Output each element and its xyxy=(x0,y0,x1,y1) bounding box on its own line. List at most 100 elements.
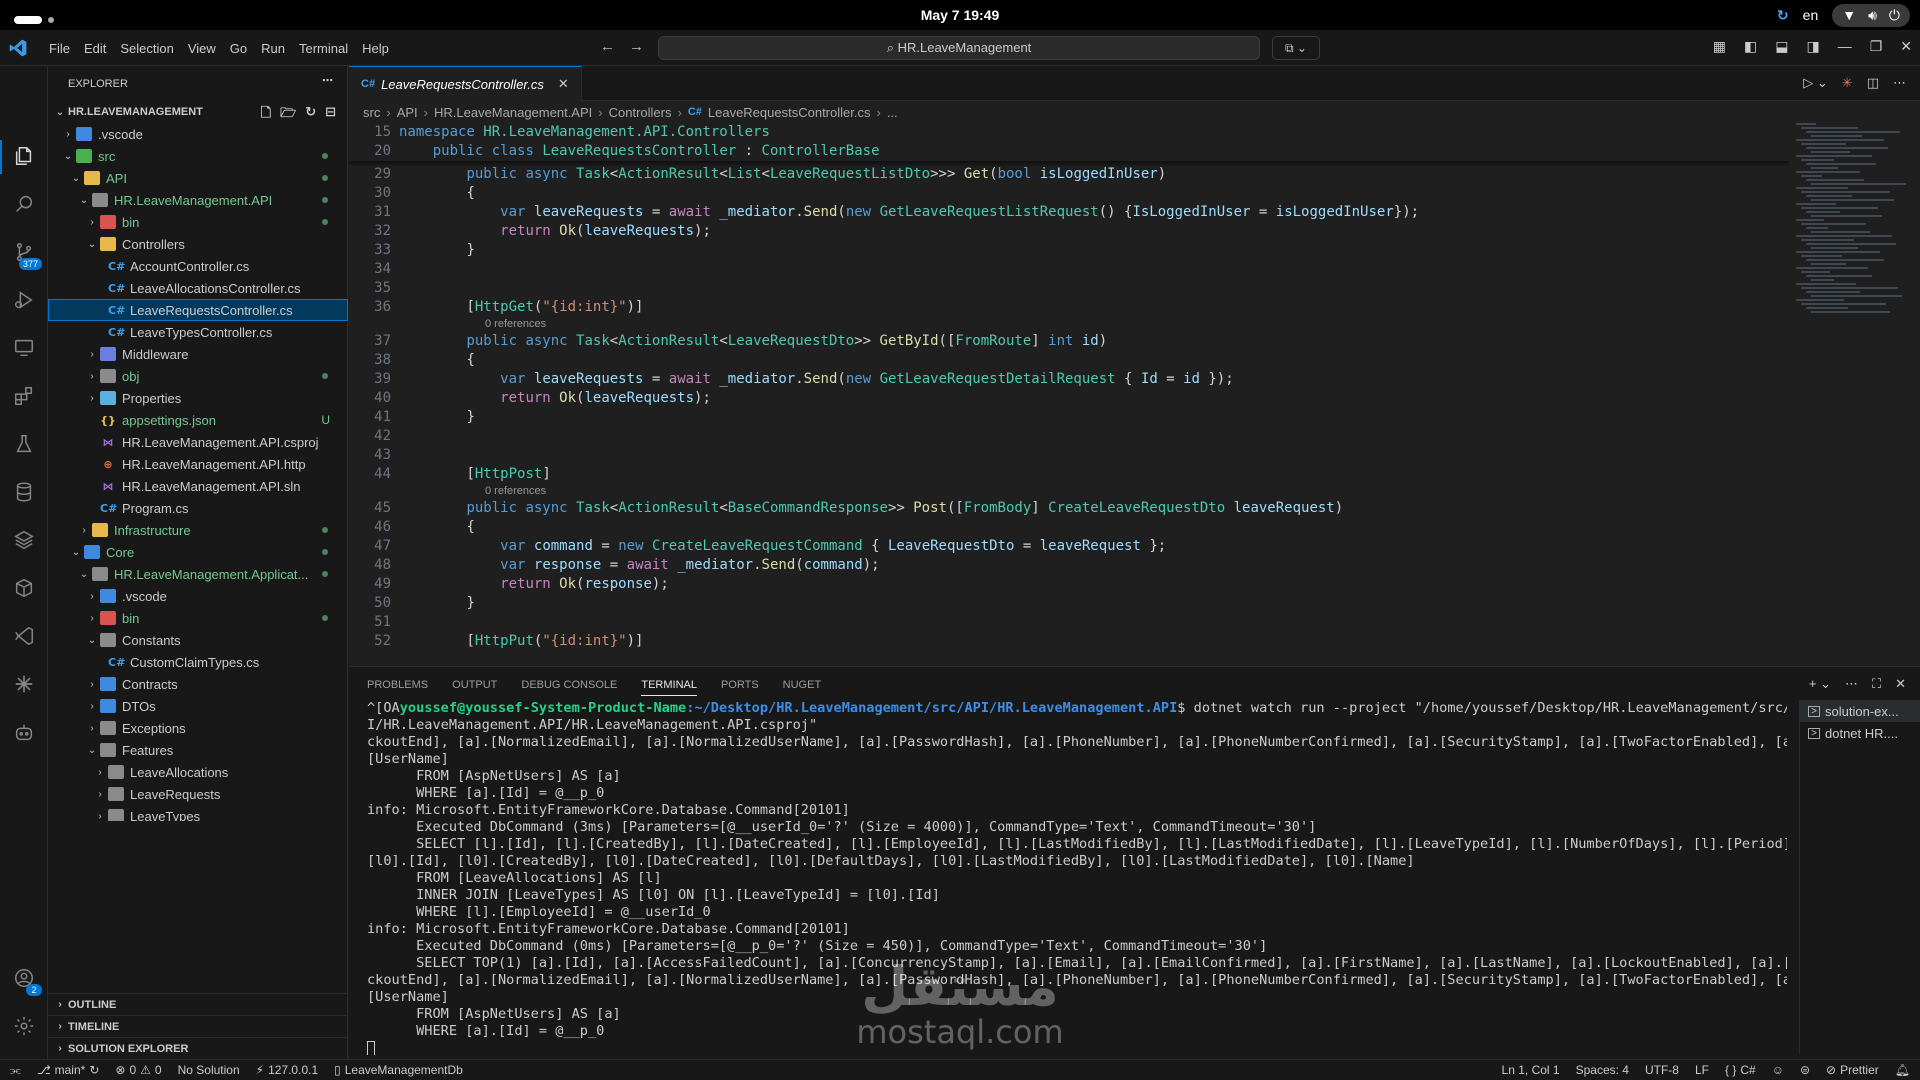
panel-tab-nuget[interactable]: NUGET xyxy=(783,679,822,691)
menu-run[interactable]: Run xyxy=(254,41,292,56)
tree-folder[interactable]: › LeaveRequests xyxy=(48,783,348,805)
editor-tab[interactable]: C# LeaveRequestsController.cs ✕ xyxy=(349,66,582,101)
breadcrumb-item[interactable]: src xyxy=(363,105,380,120)
run-debug-icon[interactable] xyxy=(12,288,36,312)
tree-folder[interactable]: ⌄ Core xyxy=(48,541,348,563)
encoding[interactable]: UTF-8 xyxy=(1645,1063,1679,1077)
tree-folder[interactable]: › Contracts xyxy=(48,673,348,695)
tree-file[interactable]: ⋈ HR.LeaveManagement.API.sln xyxy=(48,475,348,497)
panel-tab-terminal[interactable]: TERMINAL xyxy=(641,674,697,696)
copilot-status-icon[interactable]: ☺ xyxy=(1772,1063,1784,1077)
forward-arrow-icon[interactable]: → xyxy=(629,38,644,55)
branch-item[interactable]: ⎇ main* ↻ xyxy=(37,1063,100,1077)
more-actions-icon[interactable]: ⋯ xyxy=(322,74,333,87)
explorer-icon[interactable] xyxy=(12,144,36,168)
tree-folder[interactable]: › LeaveAllocations xyxy=(48,761,348,783)
source-control-icon[interactable]: 377 xyxy=(12,240,42,270)
breadcrumb-item[interactable]: LeaveRequestsController.cs xyxy=(708,105,871,120)
language-mode[interactable]: { } C# xyxy=(1725,1063,1756,1077)
update-icon[interactable]: ↻ xyxy=(1777,7,1789,24)
toggle-secondary-sidebar-icon[interactable]: ◨ xyxy=(1806,38,1819,55)
terminal-instance[interactable]: > dotnet HR.... xyxy=(1800,722,1920,744)
tree-folder[interactable]: › Infrastructure xyxy=(48,519,348,541)
tree-folder[interactable]: ⌄ Controllers xyxy=(48,233,348,255)
settings-gear-icon[interactable] xyxy=(12,1014,36,1038)
tree-file[interactable]: C# LeaveAllocationsController.cs xyxy=(48,277,348,299)
accounts-icon[interactable]: 2 xyxy=(12,966,42,996)
sidebar-section-timeline[interactable]: › TIMELINE xyxy=(48,1015,348,1037)
menu-edit[interactable]: Edit xyxy=(77,41,113,56)
breadcrumb-item[interactable]: API xyxy=(397,105,418,120)
system-clock[interactable]: May 7 19:49 xyxy=(0,7,1920,23)
tree-file[interactable]: C# LeaveRequestsController.cs xyxy=(48,299,348,321)
menu-file[interactable]: File xyxy=(42,41,77,56)
indentation[interactable]: Spaces: 4 xyxy=(1576,1063,1629,1077)
new-terminal-icon[interactable]: + ⌄ xyxy=(1809,676,1831,692)
split-editor-icon[interactable]: ◫ xyxy=(1867,75,1879,91)
tree-file[interactable]: ⋈ HR.LeaveManagement.API.csproj xyxy=(48,431,348,453)
code-editor[interactable]: 15 namespace HR.LeaveManagement.API.Contr… xyxy=(349,123,1789,666)
tree-folder[interactable]: ⌄ HR.LeaveManagement.Applicat... xyxy=(48,563,348,585)
tree-file[interactable]: C# AccountController.cs xyxy=(48,255,348,277)
minimap[interactable] xyxy=(1796,123,1906,323)
panel-tab-ports[interactable]: PORTS xyxy=(721,679,759,691)
notifications-sync-icon[interactable]: ⊜ xyxy=(1800,1063,1810,1077)
menu-view[interactable]: View xyxy=(181,41,223,56)
tree-folder[interactable]: › LeaveTypes xyxy=(48,805,348,821)
line-ending[interactable]: LF xyxy=(1695,1063,1709,1077)
cursor-position[interactable]: Ln 1, Col 1 xyxy=(1502,1063,1560,1077)
tree-folder[interactable]: › obj xyxy=(48,365,348,387)
back-arrow-icon[interactable]: ← xyxy=(600,38,615,55)
sidebar-section-outline[interactable]: › OUTLINE xyxy=(48,993,348,1015)
command-center-search[interactable]: ⌕ HR.LeaveManagement xyxy=(658,36,1260,60)
toggle-sidebar-icon[interactable]: ◧ xyxy=(1744,38,1757,55)
breadcrumb-item[interactable]: ... xyxy=(887,105,898,120)
breadcrumb-item[interactable]: Controllers xyxy=(609,105,672,120)
claude-code-icon[interactable]: ✳ xyxy=(1842,75,1853,91)
workspace-root[interactable]: ⌄ HR.LEAVEMANAGEMENT 🗋︎ 🗁︎ ↻ ⊟ xyxy=(48,101,348,123)
solution-item[interactable]: No Solution xyxy=(178,1063,240,1077)
close-window-icon[interactable]: ✕ xyxy=(1900,38,1912,55)
minimize-icon[interactable]: — xyxy=(1838,38,1852,55)
panel-tab-problems[interactable]: PROBLEMS xyxy=(367,679,428,691)
copilot-chat-icon[interactable] xyxy=(12,720,36,744)
sidebar-section-solution-explorer[interactable]: › SOLUTION EXPLORER xyxy=(48,1037,348,1059)
close-tab-icon[interactable]: ✕ xyxy=(558,76,569,92)
tree-folder[interactable]: › .vscode xyxy=(48,123,348,145)
code-lens[interactable]: 0 references xyxy=(349,484,1789,499)
tree-folder[interactable]: › bin xyxy=(48,607,348,629)
menu-terminal[interactable]: Terminal xyxy=(292,41,355,56)
tree-file[interactable]: C# LeaveTypesController.cs xyxy=(48,321,348,343)
tree-folder[interactable]: › bin xyxy=(48,211,348,233)
tree-folder[interactable]: ⌄ HR.LeaveManagement.API xyxy=(48,189,348,211)
remote-explorer-icon[interactable] xyxy=(12,336,36,360)
menu-go[interactable]: Go xyxy=(223,41,254,56)
database-icon[interactable] xyxy=(12,480,36,504)
panel-more-icon[interactable]: ⋯ xyxy=(1845,676,1858,692)
copilot-button[interactable]: ⧉ ⌄ xyxy=(1272,36,1320,60)
tree-folder[interactable]: ⌄ Constants xyxy=(48,629,348,651)
tree-folder[interactable]: › Properties xyxy=(48,387,348,409)
tree-file[interactable]: C# Program.cs xyxy=(48,497,348,519)
package-icon[interactable] xyxy=(12,576,36,600)
menu-help[interactable]: Help xyxy=(355,41,396,56)
customize-layout-icon[interactable]: ▦ xyxy=(1713,38,1726,55)
host-item[interactable]: ⚡ 127.0.0.1 xyxy=(256,1063,318,1077)
extensions-icon[interactable] xyxy=(12,384,36,408)
prettier-item[interactable]: ⊘ Prettier xyxy=(1826,1063,1879,1077)
restore-icon[interactable]: ❐ xyxy=(1870,38,1883,55)
tree-file[interactable]: ⊕ HR.LeaveManagement.API.http xyxy=(48,453,348,475)
system-menu[interactable]: ▼ 🔊︎ ⏻ xyxy=(1832,3,1910,27)
toggle-panel-icon[interactable]: ⬓ xyxy=(1775,38,1788,55)
tree-folder[interactable]: › DTOs xyxy=(48,695,348,717)
tree-folder[interactable]: ⌄ Features xyxy=(48,739,348,761)
terminal-instance[interactable]: > solution-ex... xyxy=(1800,700,1920,722)
breadcrumb-item[interactable]: HR.LeaveManagement.API xyxy=(434,105,592,120)
tree-folder[interactable]: › .vscode xyxy=(48,585,348,607)
keyboard-language[interactable]: en xyxy=(1803,7,1819,23)
testing-icon[interactable] xyxy=(12,432,36,456)
tree-folder[interactable]: › Middleware xyxy=(48,343,348,365)
maximize-panel-icon[interactable]: ⛶ xyxy=(1872,676,1881,692)
tree-folder[interactable]: › Exceptions xyxy=(48,717,348,739)
editor-more-icon[interactable]: ⋯ xyxy=(1893,75,1906,91)
